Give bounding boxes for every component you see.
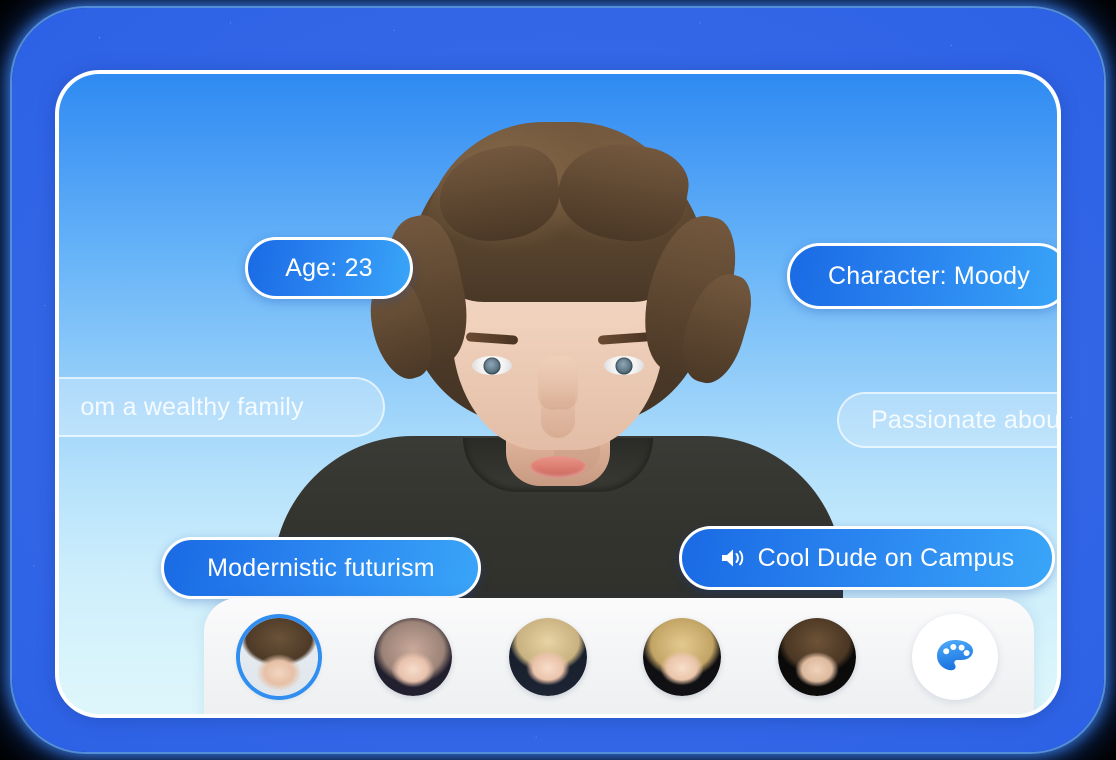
palette-button[interactable] <box>911 614 998 700</box>
attribute-pill-age-label: Age: 23 <box>285 253 373 282</box>
attribute-pill-voice-label: Cool Dude on Campus <box>757 543 1015 572</box>
portrait-brow-right <box>465 332 519 345</box>
attribute-pill-age[interactable]: Age: 23 <box>245 237 413 299</box>
attribute-pill-family-label: om a wealthy family <box>80 392 304 421</box>
portrait-brow-left <box>597 332 651 345</box>
character-preview-card: Age: 23 Character: Moody om a wealthy fa… <box>55 70 1061 718</box>
avatar-thumbnail <box>777 618 856 696</box>
speaker-icon <box>721 549 743 567</box>
avatar-thumbnail <box>508 618 587 696</box>
attribute-pill-character-label: Character: Moody <box>828 261 1030 290</box>
attribute-pill-style[interactable]: Modernistic futurism <box>161 537 481 599</box>
portrait-mouth <box>530 456 586 478</box>
attribute-pill-passion-label: Passionate about yo <box>871 405 1061 434</box>
avatar-option-4[interactable] <box>643 618 722 696</box>
avatar-thumbnail <box>240 618 318 696</box>
portrait-eye-left <box>604 356 644 375</box>
avatar-selector-bar <box>204 598 1034 714</box>
attribute-pill-style-label: Modernistic futurism <box>207 553 435 582</box>
screen-root: Age: 23 Character: Moody om a wealthy fa… <box>0 0 1116 760</box>
attribute-pill-family[interactable]: om a wealthy family <box>59 377 385 437</box>
portrait-nose <box>541 386 575 438</box>
portrait-eye-right <box>472 356 512 375</box>
palette-icon <box>936 640 973 671</box>
attribute-pill-passion[interactable]: Passionate about yo <box>837 392 1061 448</box>
avatar-option-3[interactable] <box>508 618 587 696</box>
avatar-option-1[interactable] <box>240 618 318 696</box>
avatar-option-5[interactable] <box>777 618 856 696</box>
avatar-thumbnail <box>643 618 722 696</box>
avatar-option-2[interactable] <box>374 618 453 696</box>
attribute-pill-character[interactable]: Character: Moody <box>787 243 1057 309</box>
attribute-pill-voice[interactable]: Cool Dude on Campus <box>679 526 1055 590</box>
avatar-thumbnail <box>374 618 453 696</box>
